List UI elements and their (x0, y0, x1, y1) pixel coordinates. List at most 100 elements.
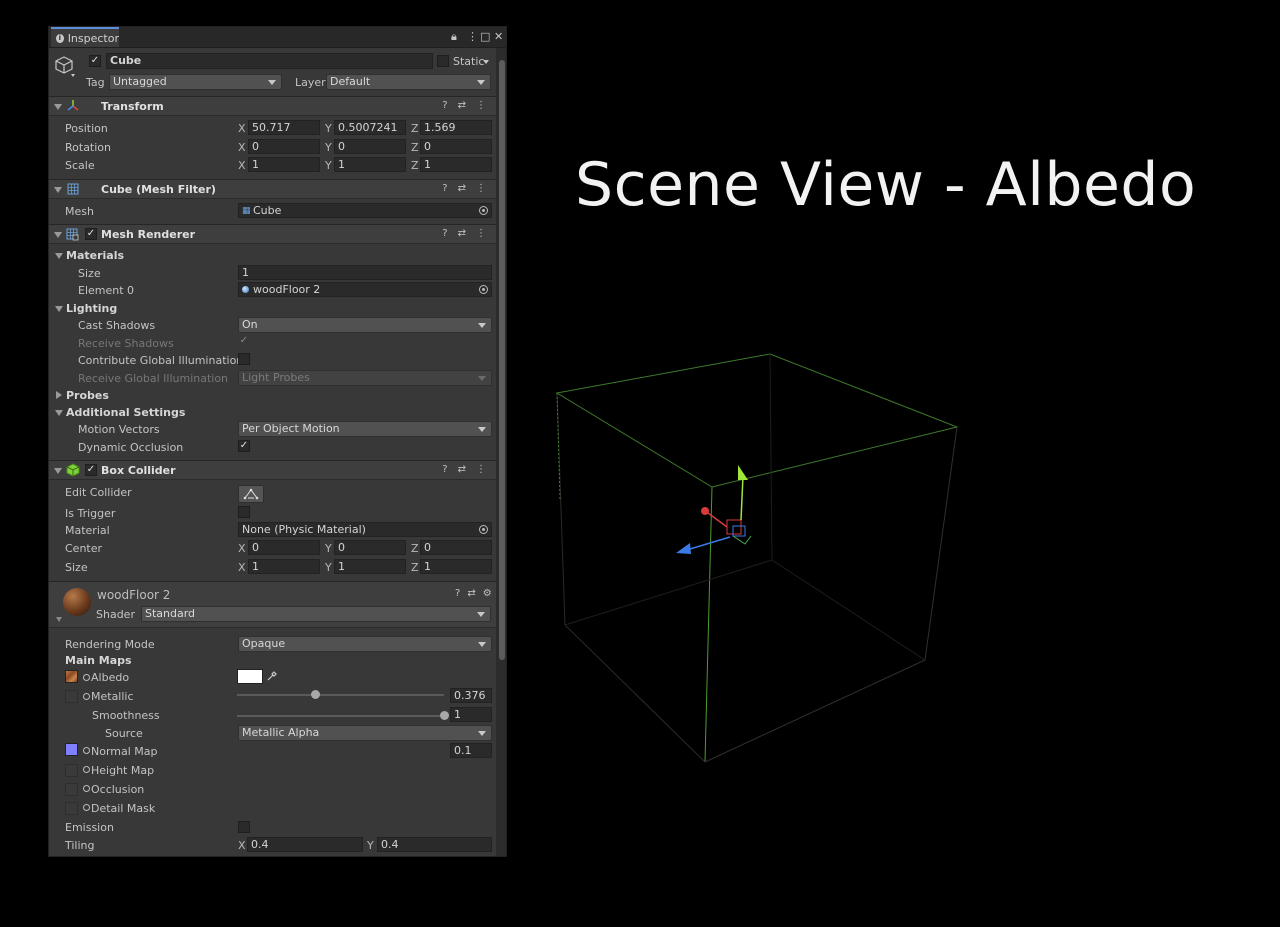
metallic-texture-slot[interactable] (65, 690, 78, 703)
lock-icon[interactable]: 🔒︎ (451, 30, 457, 44)
rotation-z-field[interactable]: 0 (420, 139, 492, 154)
metallic-slider-track[interactable] (237, 694, 444, 696)
edit-collider-button[interactable] (238, 485, 264, 503)
is-trigger-checkbox[interactable] (238, 506, 250, 518)
help-icon[interactable]: ? (455, 588, 460, 599)
probes-label[interactable]: Probes (66, 389, 109, 402)
transform-header[interactable]: Transform ? ⇄ ⋮ (49, 96, 496, 116)
preset-icon[interactable]: ⇄ (458, 228, 466, 239)
size-y-field[interactable]: 1 (334, 559, 406, 574)
additional-settings-foldout-icon[interactable] (55, 410, 63, 416)
close-icon[interactable]: ✕ (494, 30, 503, 43)
center-y-field[interactable]: 0 (334, 540, 406, 555)
gizmo-y-arrow-icon[interactable] (738, 465, 748, 480)
position-z-field[interactable]: 1.569 (420, 120, 492, 135)
settings-gear-icon[interactable]: ⚙ (483, 588, 492, 599)
help-icon[interactable]: ? (442, 183, 447, 194)
emission-checkbox[interactable] (238, 821, 250, 833)
component-menu-icon[interactable]: ⋮ (476, 464, 486, 475)
kebab-menu-icon[interactable]: ⋮ (467, 30, 478, 43)
receive-gi-dropdown[interactable]: Light Probes (238, 370, 492, 386)
center-z-field[interactable]: 0 (420, 540, 492, 555)
preset-icon[interactable]: ⇄ (467, 588, 475, 599)
occlusion-picker-icon[interactable] (83, 785, 90, 792)
object-picker-icon[interactable] (479, 206, 488, 215)
probes-foldout-icon[interactable] (56, 391, 62, 399)
dynamic-occlusion-checkbox[interactable]: ✓ (238, 440, 250, 452)
tiling-x-field[interactable]: 0.4 (247, 837, 363, 852)
motion-vectors-dropdown[interactable]: Per Object Motion (238, 421, 492, 437)
materials-size-field[interactable]: 1 (238, 265, 492, 280)
height-map-texture-slot[interactable] (65, 764, 78, 777)
box-collider-enabled-checkbox[interactable]: ✓ (85, 464, 97, 476)
materials-foldout-icon[interactable] (55, 253, 63, 259)
gizmo-z-arrow-icon[interactable] (676, 543, 691, 554)
transform-foldout-icon[interactable] (54, 104, 62, 110)
scale-z-field[interactable]: 1 (420, 157, 492, 172)
normal-map-texture-slot[interactable] (65, 743, 78, 756)
position-y-field[interactable]: 0.5007241 (334, 120, 406, 135)
albedo-picker-icon[interactable] (83, 674, 90, 681)
smoothness-slider-track[interactable] (237, 715, 444, 717)
scale-y-field[interactable]: 1 (334, 157, 406, 172)
materials-label[interactable]: Materials (66, 249, 124, 262)
help-icon[interactable]: ? (442, 228, 447, 239)
help-icon[interactable]: ? (442, 464, 447, 475)
lighting-label[interactable]: Lighting (66, 302, 117, 315)
maximize-icon[interactable]: □ (480, 30, 490, 43)
scale-x-field[interactable]: 1 (248, 157, 320, 172)
help-icon[interactable]: ? (442, 100, 447, 111)
tag-dropdown[interactable]: Untagged (109, 74, 282, 90)
scene-cube-wireframe[interactable] (540, 340, 980, 780)
shader-dropdown[interactable]: Standard (141, 606, 491, 622)
mesh-object-field[interactable]: ▦ Cube (238, 203, 492, 218)
tiling-y-field[interactable]: 0.4 (377, 837, 492, 852)
position-x-field[interactable]: 50.717 (248, 120, 320, 135)
height-map-picker-icon[interactable] (83, 766, 90, 773)
static-dropdown-icon[interactable] (483, 60, 489, 64)
component-menu-icon[interactable]: ⋮ (476, 228, 486, 239)
detail-mask-picker-icon[interactable] (83, 804, 90, 811)
gizmo-center-box[interactable] (726, 519, 742, 535)
object-name-input[interactable]: Cube (106, 53, 433, 69)
gizmo-plane-corner[interactable] (732, 535, 752, 545)
source-dropdown[interactable]: Metallic Alpha (238, 725, 492, 741)
box-collider-header[interactable]: ✓ Box Collider ? ⇄ ⋮ (49, 460, 496, 480)
vertical-scrollbar[interactable] (496, 48, 506, 856)
detail-mask-texture-slot[interactable] (65, 802, 78, 815)
preset-icon[interactable]: ⇄ (458, 183, 466, 194)
metallic-slider-knob[interactable] (310, 690, 320, 699)
layer-dropdown[interactable]: Default (326, 74, 491, 90)
metallic-picker-icon[interactable] (83, 693, 90, 700)
contribute-gi-checkbox[interactable] (238, 353, 250, 365)
move-gizmo[interactable] (676, 465, 752, 554)
receive-shadows-checkbox[interactable]: ✓ (238, 336, 250, 348)
smoothness-value-field[interactable]: 1 (450, 707, 492, 722)
smoothness-slider-knob[interactable] (440, 711, 449, 720)
static-checkbox[interactable] (437, 55, 449, 67)
rotation-y-field[interactable]: 0 (334, 139, 406, 154)
occlusion-texture-slot[interactable] (65, 783, 78, 796)
tab-inspector[interactable]: i Inspector (51, 27, 119, 47)
rendering-mode-dropdown[interactable]: Opaque (238, 636, 492, 652)
component-menu-icon[interactable]: ⋮ (476, 100, 486, 111)
object-picker-icon[interactable] (479, 525, 488, 534)
normal-map-scale-field[interactable]: 0.1 (450, 743, 492, 758)
mesh-filter-header[interactable]: Cube (Mesh Filter) ? ⇄ ⋮ (49, 179, 496, 199)
mesh-renderer-enabled-checkbox[interactable]: ✓ (85, 228, 97, 240)
additional-settings-label[interactable]: Additional Settings (66, 406, 185, 419)
element0-object-field[interactable]: woodFloor 2 (238, 282, 492, 297)
mesh-filter-foldout-icon[interactable] (54, 187, 62, 193)
size-x-field[interactable]: 1 (248, 559, 320, 574)
physic-material-field[interactable]: None (Physic Material) (238, 522, 492, 537)
albedo-color-swatch[interactable] (237, 669, 263, 684)
object-active-checkbox[interactable]: ✓ (89, 55, 101, 67)
normal-map-picker-icon[interactable] (83, 747, 90, 754)
size-z-field[interactable]: 1 (420, 559, 492, 574)
gizmo-y-axis[interactable] (740, 475, 744, 521)
eyedropper-icon[interactable] (266, 670, 278, 682)
material-foldout-icon[interactable] (56, 617, 62, 622)
cast-shadows-dropdown[interactable]: On (238, 317, 492, 333)
box-collider-foldout-icon[interactable] (54, 468, 62, 474)
mesh-renderer-header[interactable]: ✓ Mesh Renderer ? ⇄ ⋮ (49, 224, 496, 244)
